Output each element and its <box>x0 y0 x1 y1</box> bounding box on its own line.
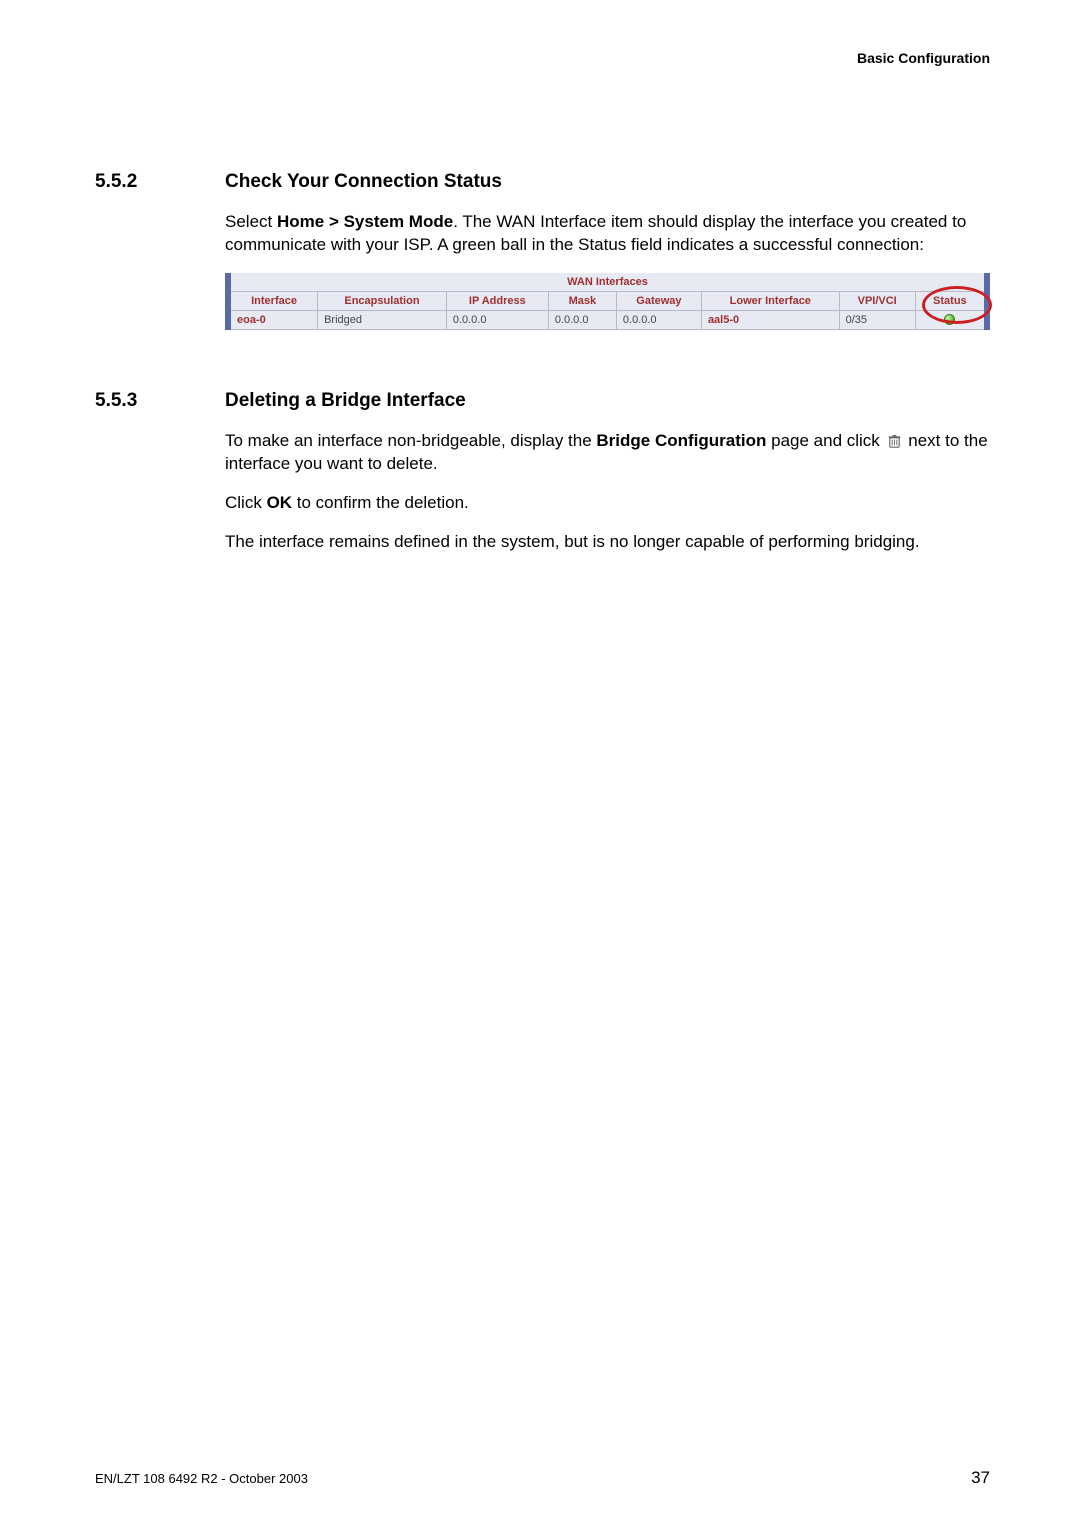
col-status: Status <box>915 291 987 310</box>
section-title-552: Check Your Connection Status <box>225 171 990 193</box>
table-row: eoa-0 Bridged 0.0.0.0 0.0.0.0 0.0.0.0 aa… <box>228 310 987 329</box>
table-header-row: Interface Encapsulation IP Address Mask … <box>228 291 987 310</box>
col-lower-interface: Lower Interface <box>701 291 839 310</box>
nav-path: Home > System Mode <box>277 212 453 231</box>
bridge-config-label: Bridge Configuration <box>596 431 766 450</box>
text: Click <box>225 493 267 512</box>
col-gateway: Gateway <box>616 291 701 310</box>
col-vpi-vci: VPI/VCI <box>839 291 915 310</box>
status-ball-green-icon <box>944 314 955 325</box>
cell-ip: 0.0.0.0 <box>446 310 548 329</box>
cell-gateway: 0.0.0.0 <box>616 310 701 329</box>
text: page and click <box>766 431 884 450</box>
ok-label: OK <box>267 493 293 512</box>
paragraph: The interface remains defined in the sys… <box>225 531 990 554</box>
wan-interfaces-table: WAN Interfaces Interface Encapsulation I… <box>225 273 990 330</box>
section-number-552: 5.5.2 <box>95 171 225 193</box>
text: Select <box>225 212 277 231</box>
paragraph: Select Home > System Mode. The WAN Inter… <box>225 211 990 257</box>
col-interface: Interface <box>228 291 318 310</box>
cell-lower-interface[interactable]: aal5-0 <box>701 310 839 329</box>
table-title: WAN Interfaces <box>228 273 987 292</box>
cell-interface[interactable]: eoa-0 <box>228 310 318 329</box>
cell-status <box>915 310 987 329</box>
footer-doc-id: EN/LZT 108 6492 R2 - October 2003 <box>95 1471 308 1486</box>
col-encapsulation: Encapsulation <box>318 291 447 310</box>
wan-interfaces-table-container: WAN Interfaces Interface Encapsulation I… <box>225 273 990 330</box>
text: to confirm the deletion. <box>292 493 469 512</box>
section-title-553: Deleting a Bridge Interface <box>225 390 990 412</box>
cell-mask: 0.0.0.0 <box>548 310 616 329</box>
section-number-553: 5.5.3 <box>95 390 225 412</box>
paragraph: To make an interface non-bridgeable, dis… <box>225 430 990 476</box>
text: To make an interface non-bridgeable, dis… <box>225 431 596 450</box>
cell-encapsulation: Bridged <box>318 310 447 329</box>
cell-vpi-vci: 0/35 <box>839 310 915 329</box>
paragraph: Click OK to confirm the deletion. <box>225 492 990 515</box>
trash-icon <box>887 434 902 449</box>
col-mask: Mask <box>548 291 616 310</box>
col-ip-address: IP Address <box>446 291 548 310</box>
page-number: 37 <box>971 1468 990 1488</box>
header-chapter: Basic Configuration <box>95 50 990 66</box>
